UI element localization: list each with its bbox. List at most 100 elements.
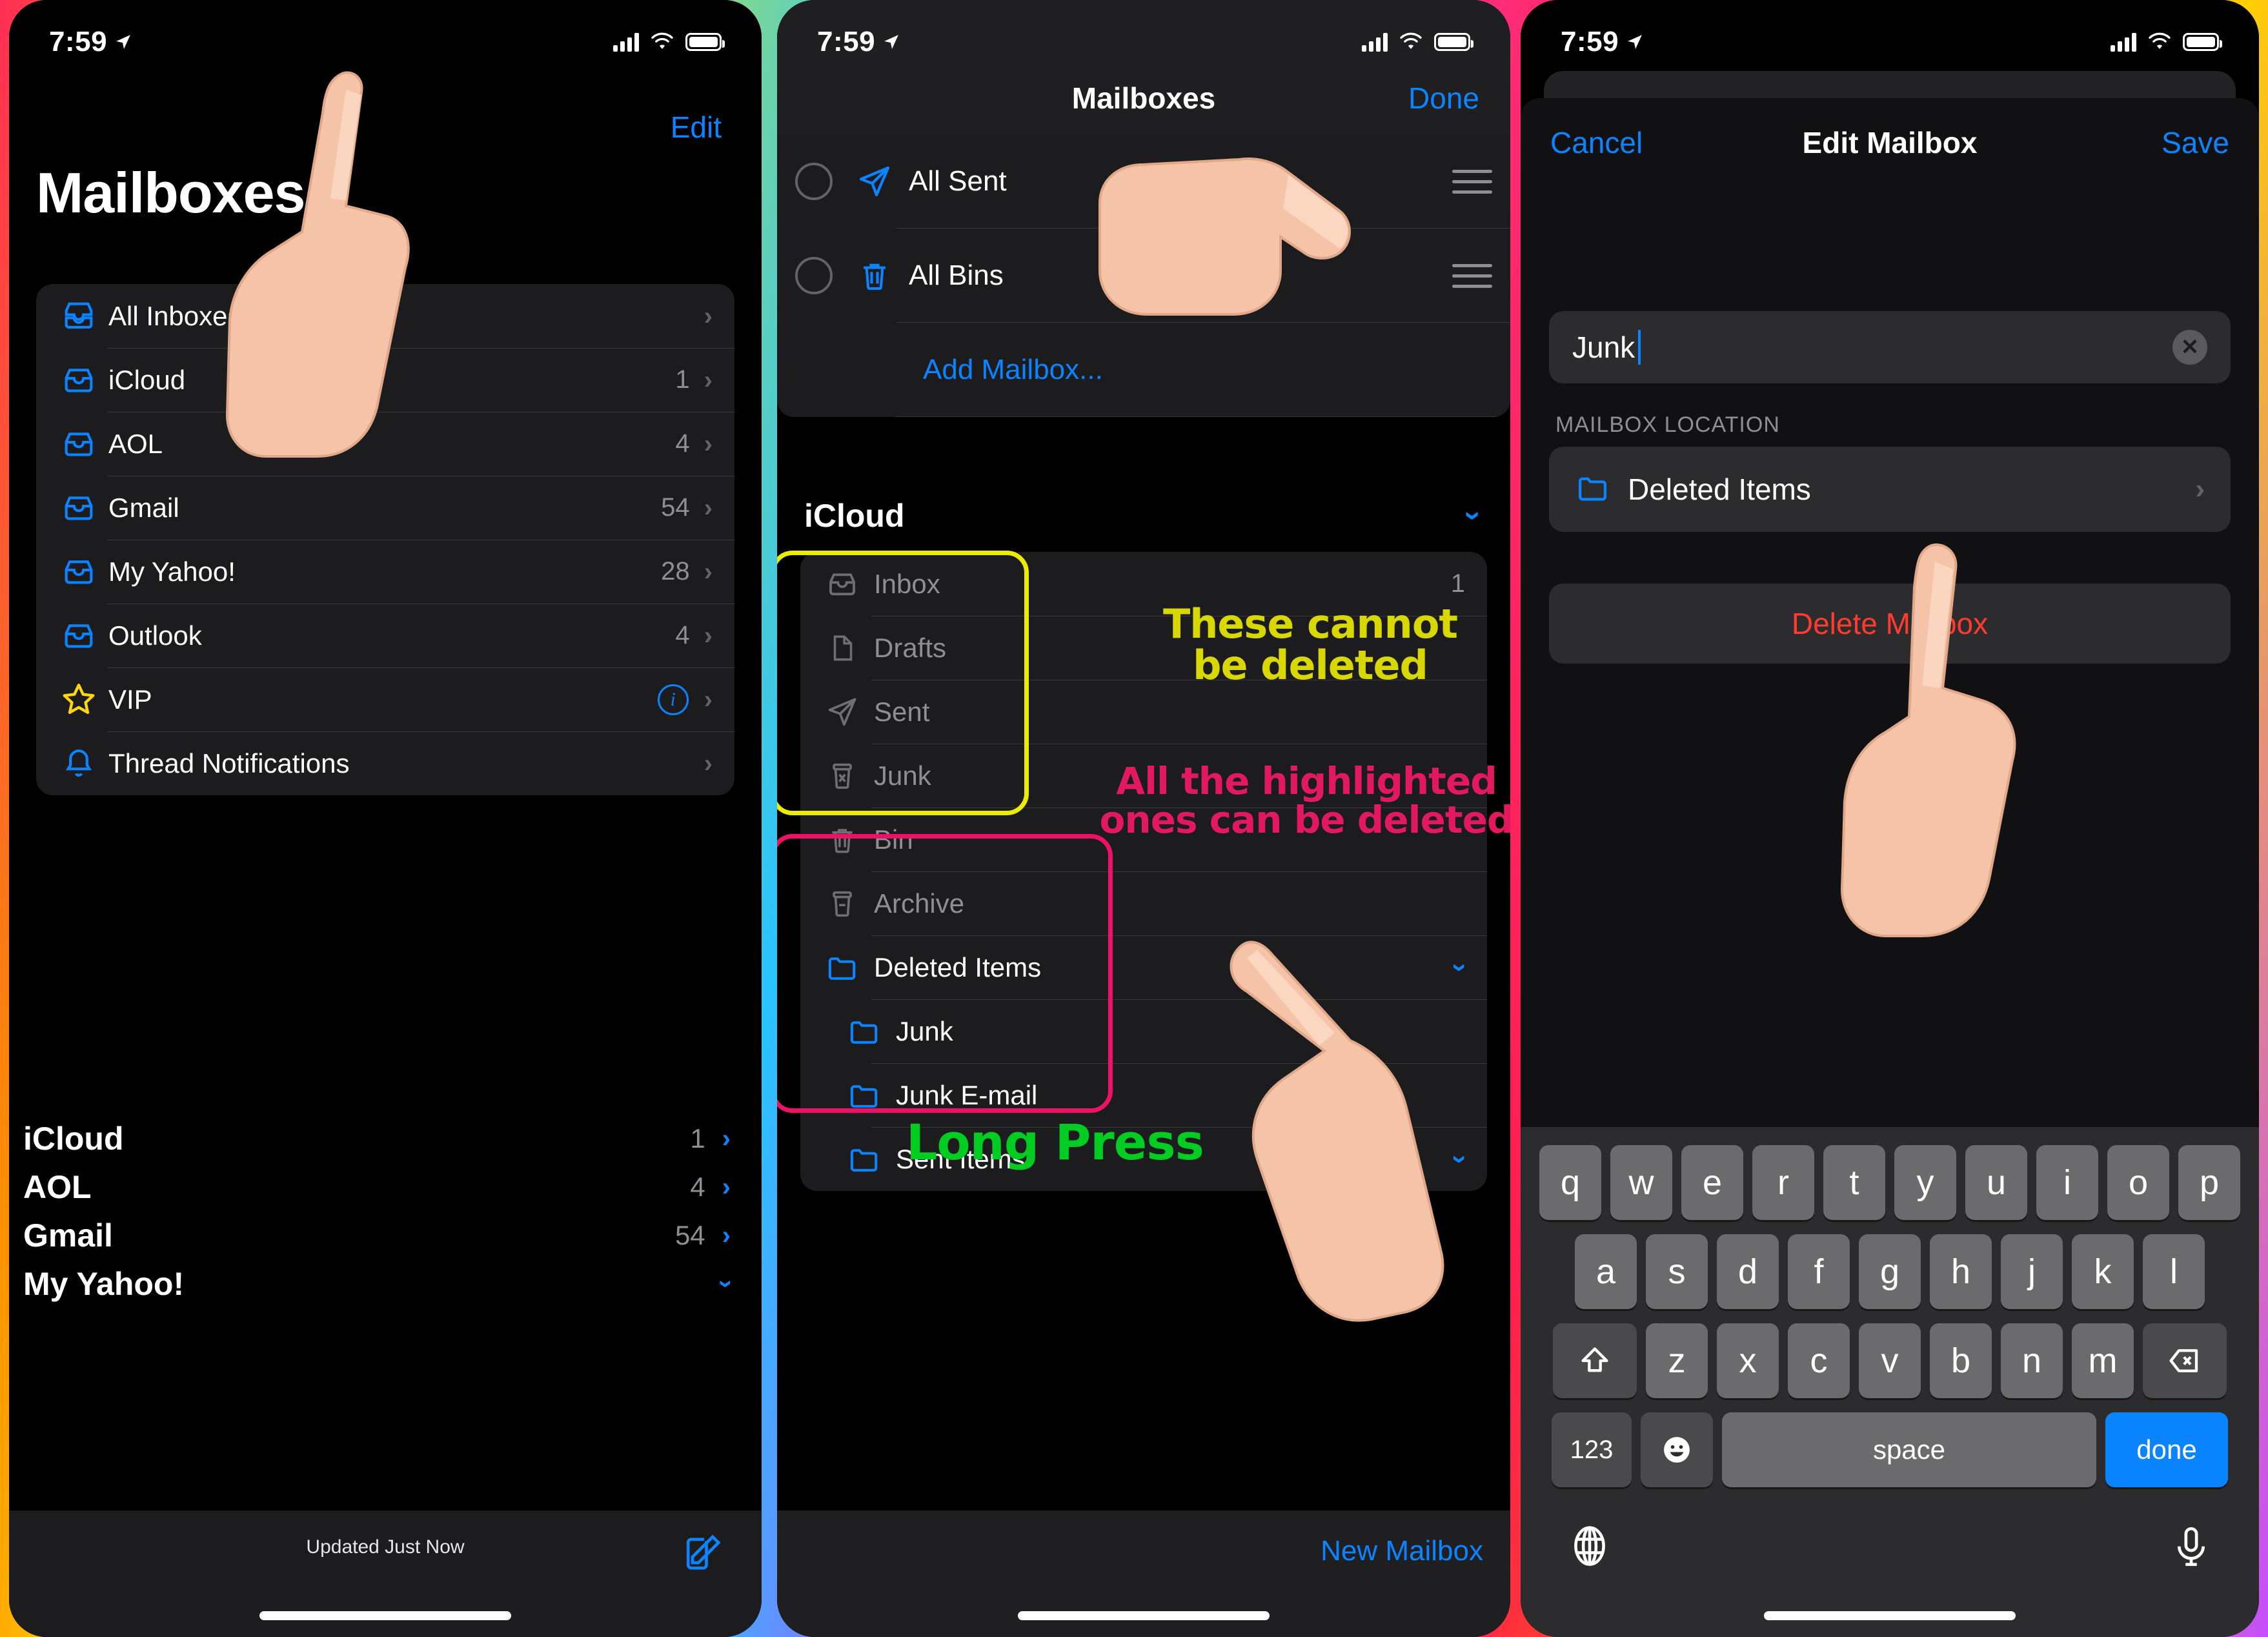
select-circle-icon[interactable] — [795, 163, 833, 200]
mailbox-location-row[interactable]: Deleted Items › — [1549, 447, 2231, 532]
clear-circle-icon[interactable]: ✕ — [2172, 330, 2207, 365]
select-circle-icon[interactable] — [795, 257, 833, 294]
mailbox-row-vip[interactable]: VIP i › — [36, 667, 734, 731]
key-t[interactable]: t — [1823, 1145, 1885, 1220]
chevron-down-icon[interactable]: › — [1445, 1155, 1476, 1164]
key-v[interactable]: v — [1859, 1323, 1921, 1398]
folder-icon — [1575, 470, 1611, 509]
done-button[interactable]: Done — [1408, 81, 1479, 116]
mailbox-label: VIP — [108, 684, 152, 715]
key-n[interactable]: n — [2001, 1323, 2063, 1398]
compose-icon[interactable] — [682, 1531, 724, 1577]
status-bar: 7:59 — [1521, 0, 2259, 62]
mailbox-row-thread-notifications[interactable]: Thread Notifications › — [36, 731, 734, 795]
annotation-can-be-deleted: All the highlighted ones can be deleted — [1099, 759, 1510, 842]
key-w[interactable]: w — [1610, 1145, 1672, 1220]
edit-row-all-sent[interactable]: All Sent — [777, 134, 1510, 229]
save-button[interactable]: Save — [2162, 125, 2229, 160]
account-row-aol[interactable]: AOL 4 › — [23, 1168, 731, 1206]
key-y[interactable]: y — [1894, 1145, 1956, 1220]
status-time-group: 7:59 — [817, 26, 900, 58]
chevron-right-icon[interactable]: › — [722, 1223, 731, 1248]
key-x[interactable]: x — [1717, 1323, 1779, 1398]
account-row-my-yahoo[interactable]: My Yahoo! › — [23, 1265, 740, 1303]
reorder-handle-icon[interactable] — [1452, 169, 1492, 194]
chevron-right-icon[interactable]: › — [722, 1174, 731, 1200]
key-k[interactable]: k — [2072, 1234, 2134, 1309]
nav-title: Mailboxes — [1071, 81, 1216, 115]
key-r[interactable]: r — [1752, 1145, 1814, 1220]
chevron-down-icon[interactable]: › — [1457, 511, 1492, 520]
globe-icon[interactable] — [1566, 1522, 1614, 1573]
battery-icon — [685, 33, 725, 51]
edit-row-all-bins[interactable]: All Bins — [777, 229, 1510, 323]
mailboxes-card: All Inboxes › iCloud 1 › AOL 4 › Gmail 5… — [36, 284, 734, 795]
mailbox-count: 1 — [675, 365, 690, 394]
microphone-icon[interactable] — [2169, 1523, 2214, 1572]
paper-plane-icon — [818, 695, 866, 729]
done-key[interactable]: done — [2105, 1412, 2228, 1487]
backspace-icon[interactable] — [2143, 1323, 2227, 1398]
shift-icon[interactable] — [1553, 1323, 1637, 1398]
key-p[interactable]: p — [2178, 1145, 2240, 1220]
key-d[interactable]: d — [1717, 1234, 1779, 1309]
folder-icon — [840, 1142, 888, 1177]
status-time: 7:59 — [1561, 26, 1619, 57]
folder-row-deleted-items[interactable]: Deleted Items › — [800, 935, 1487, 999]
add-mailbox-row[interactable]: Add Mailbox... — [777, 323, 1510, 417]
mailbox-count: 4 — [675, 621, 690, 649]
key-q[interactable]: q — [1539, 1145, 1601, 1220]
keyboard-row-2: a s d f g h j k l — [1521, 1234, 2259, 1309]
archive-icon — [818, 887, 866, 920]
chevron-right-icon: › — [704, 493, 713, 522]
mailbox-label: Thread Notifications — [108, 747, 350, 778]
mailbox-row-gmail[interactable]: Gmail 54 › — [36, 476, 734, 540]
key-u[interactable]: u — [1965, 1145, 2027, 1220]
key-a[interactable]: a — [1575, 1234, 1637, 1309]
key-b[interactable]: b — [1930, 1323, 1992, 1398]
mailbox-location-label: Deleted Items — [1628, 473, 1811, 506]
mailbox-row-outlook[interactable]: Outlook 4 › — [36, 604, 734, 667]
reorder-handle-icon[interactable] — [1452, 263, 1492, 288]
home-indicator — [1018, 1611, 1270, 1620]
mailbox-row-aol[interactable]: AOL 4 › — [36, 412, 734, 476]
mailbox-name-input[interactable]: Junk ✕ — [1549, 311, 2231, 383]
account-row-icloud[interactable]: iCloud 1 › — [23, 1120, 731, 1157]
key-l[interactable]: l — [2143, 1234, 2205, 1309]
mailbox-label: Outlook — [108, 620, 202, 651]
numbers-key[interactable]: 123 — [1552, 1412, 1632, 1487]
key-g[interactable]: g — [1859, 1234, 1921, 1309]
mailbox-row-icloud[interactable]: iCloud 1 › — [36, 348, 734, 412]
cellular-signal-icon — [613, 32, 639, 52]
new-mailbox-button[interactable]: New Mailbox — [1321, 1535, 1483, 1567]
folder-label: Sent — [874, 696, 930, 727]
info-icon[interactable]: i — [657, 684, 689, 715]
folder-row-archive[interactable]: Archive — [800, 871, 1487, 935]
chevron-down-icon[interactable]: › — [712, 1279, 740, 1288]
key-o[interactable]: o — [2107, 1145, 2169, 1220]
mailbox-row-my-yahoo[interactable]: My Yahoo! 28 › — [36, 540, 734, 604]
key-z[interactable]: z — [1646, 1323, 1708, 1398]
inbox-icon — [818, 567, 866, 602]
key-m[interactable]: m — [2072, 1323, 2134, 1398]
key-j[interactable]: j — [2001, 1234, 2063, 1309]
key-s[interactable]: s — [1646, 1234, 1708, 1309]
onscreen-keyboard: q w e r t y u i o p a s d f g h j k l z … — [1521, 1127, 2259, 1637]
chevron-down-icon[interactable]: › — [1445, 963, 1476, 972]
folder-row-sent[interactable]: Sent — [800, 680, 1487, 744]
emoji-icon[interactable] — [1641, 1412, 1713, 1487]
account-row-gmail[interactable]: Gmail 54 › — [23, 1217, 731, 1254]
key-f[interactable]: f — [1788, 1234, 1850, 1309]
folder-row-junk-custom[interactable]: Junk — [800, 999, 1487, 1063]
key-i[interactable]: i — [2036, 1145, 2098, 1220]
key-c[interactable]: c — [1788, 1323, 1850, 1398]
account-header-icloud[interactable]: iCloud › — [804, 497, 1491, 534]
mailbox-label: Gmail — [108, 492, 179, 523]
delete-mailbox-button[interactable]: Delete Mailbox — [1549, 584, 2231, 664]
space-key[interactable]: space — [1722, 1412, 2096, 1487]
chevron-right-icon[interactable]: › — [722, 1126, 731, 1152]
key-e[interactable]: e — [1681, 1145, 1743, 1220]
edit-button[interactable]: Edit — [671, 110, 722, 145]
mailbox-row-all-inboxes[interactable]: All Inboxes › — [36, 284, 734, 348]
key-h[interactable]: h — [1930, 1234, 1992, 1309]
